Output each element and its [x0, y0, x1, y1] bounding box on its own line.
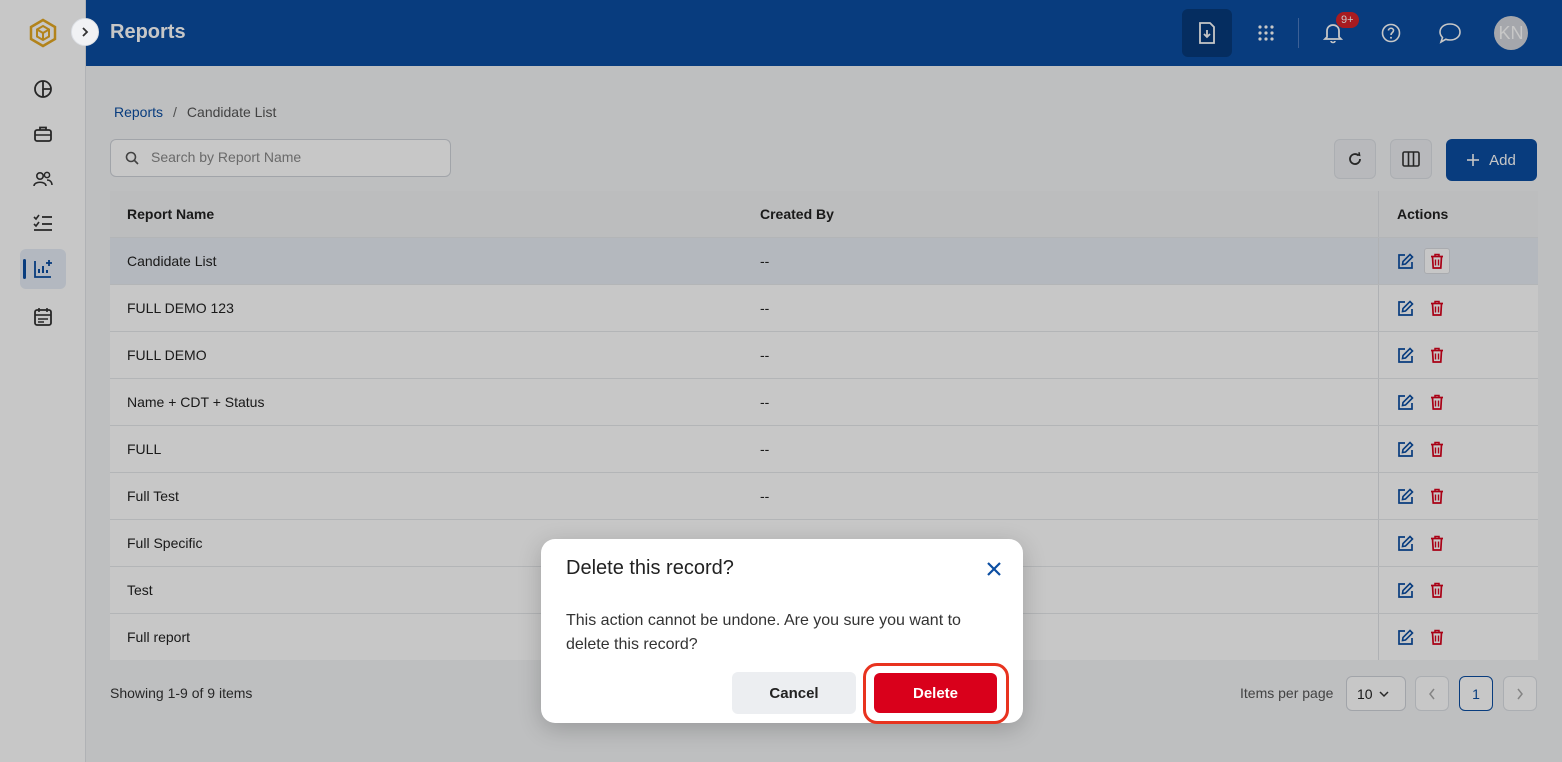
- close-icon: [987, 562, 1001, 576]
- dialog-message: This action cannot be undone. Are you su…: [566, 612, 961, 653]
- cancel-button[interactable]: Cancel: [732, 672, 856, 714]
- delete-confirm-dialog: Delete this record? This action cannot b…: [541, 539, 1023, 724]
- dialog-title: Delete this record?: [566, 557, 734, 579]
- dialog-close-button[interactable]: [983, 558, 1005, 580]
- sidebar-expand-button[interactable]: [71, 18, 99, 46]
- delete-button[interactable]: Delete: [874, 673, 997, 713]
- chevron-right-icon: [82, 27, 89, 37]
